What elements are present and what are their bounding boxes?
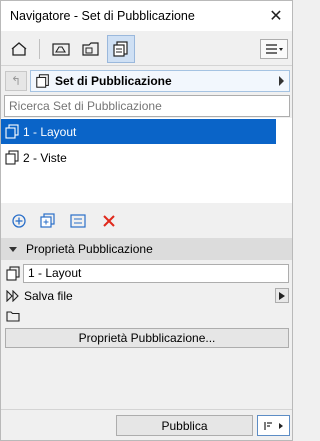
list-item-label: 2 - Viste <box>23 150 67 165</box>
chevron-down-icon <box>9 246 17 252</box>
navigator-toolbar <box>1 32 292 66</box>
navigator-window: Navigatore - Set di Pubblicazione ✕ ↰ Se… <box>0 0 293 441</box>
properties-header-label: Proprietà Pubblicazione <box>26 242 153 256</box>
properties-section-header[interactable]: Proprietà Pubblicazione <box>1 238 292 260</box>
title-bar[interactable]: Navigatore - Set di Pubblicazione ✕ <box>1 1 292 31</box>
chevron-right-icon <box>279 76 284 86</box>
publish-button[interactable]: Pubblica <box>116 415 253 436</box>
add-circle-icon[interactable] <box>8 210 30 232</box>
fast-forward-icon <box>6 290 19 302</box>
delete-x-icon[interactable] <box>98 210 120 232</box>
chevron-right-icon[interactable] <box>275 288 289 303</box>
close-icon[interactable]: ✕ <box>266 6 286 26</box>
folder-row <box>1 308 292 324</box>
publish-properties-button[interactable]: Proprietà Pubblicazione... <box>5 328 289 348</box>
publish-options-icon[interactable] <box>257 415 290 436</box>
layout-document-icon <box>5 124 19 139</box>
publisher-sets-icon[interactable] <box>107 35 135 63</box>
list-actions <box>1 207 292 235</box>
publisher-set-list: 1 - Layout 2 - Viste <box>1 118 292 203</box>
layout-book-icon[interactable] <box>77 35 105 63</box>
folder-icon[interactable] <box>6 310 20 322</box>
layout-document-icon <box>5 150 19 165</box>
item-name-field[interactable]: 1 - Layout <box>23 264 289 283</box>
new-folder-icon[interactable] <box>37 210 59 232</box>
layout-document-icon <box>6 266 20 281</box>
hamburger-menu-icon[interactable] <box>260 39 288 59</box>
save-mode-row[interactable]: Salva file <box>1 287 292 305</box>
project-map-icon[interactable] <box>5 35 33 63</box>
save-mode-label: Salva file <box>24 289 73 303</box>
list-settings-icon[interactable] <box>67 210 89 232</box>
list-item[interactable]: 2 - Viste <box>1 145 276 170</box>
list-item-label: 1 - Layout <box>23 124 77 139</box>
view-map-icon[interactable] <box>47 35 75 63</box>
search-input[interactable] <box>4 95 290 117</box>
publisher-sets-icon <box>36 74 49 88</box>
item-name-row: 1 - Layout <box>1 264 292 284</box>
publisher-set-selector[interactable]: Set di Pubblicazione <box>30 70 290 92</box>
set-selector-label: Set di Pubblicazione <box>55 74 172 88</box>
window-title: Navigatore - Set di Pubblicazione <box>10 9 195 23</box>
list-item[interactable]: 1 - Layout <box>1 119 276 144</box>
up-level-icon[interactable]: ↰ <box>5 71 27 91</box>
